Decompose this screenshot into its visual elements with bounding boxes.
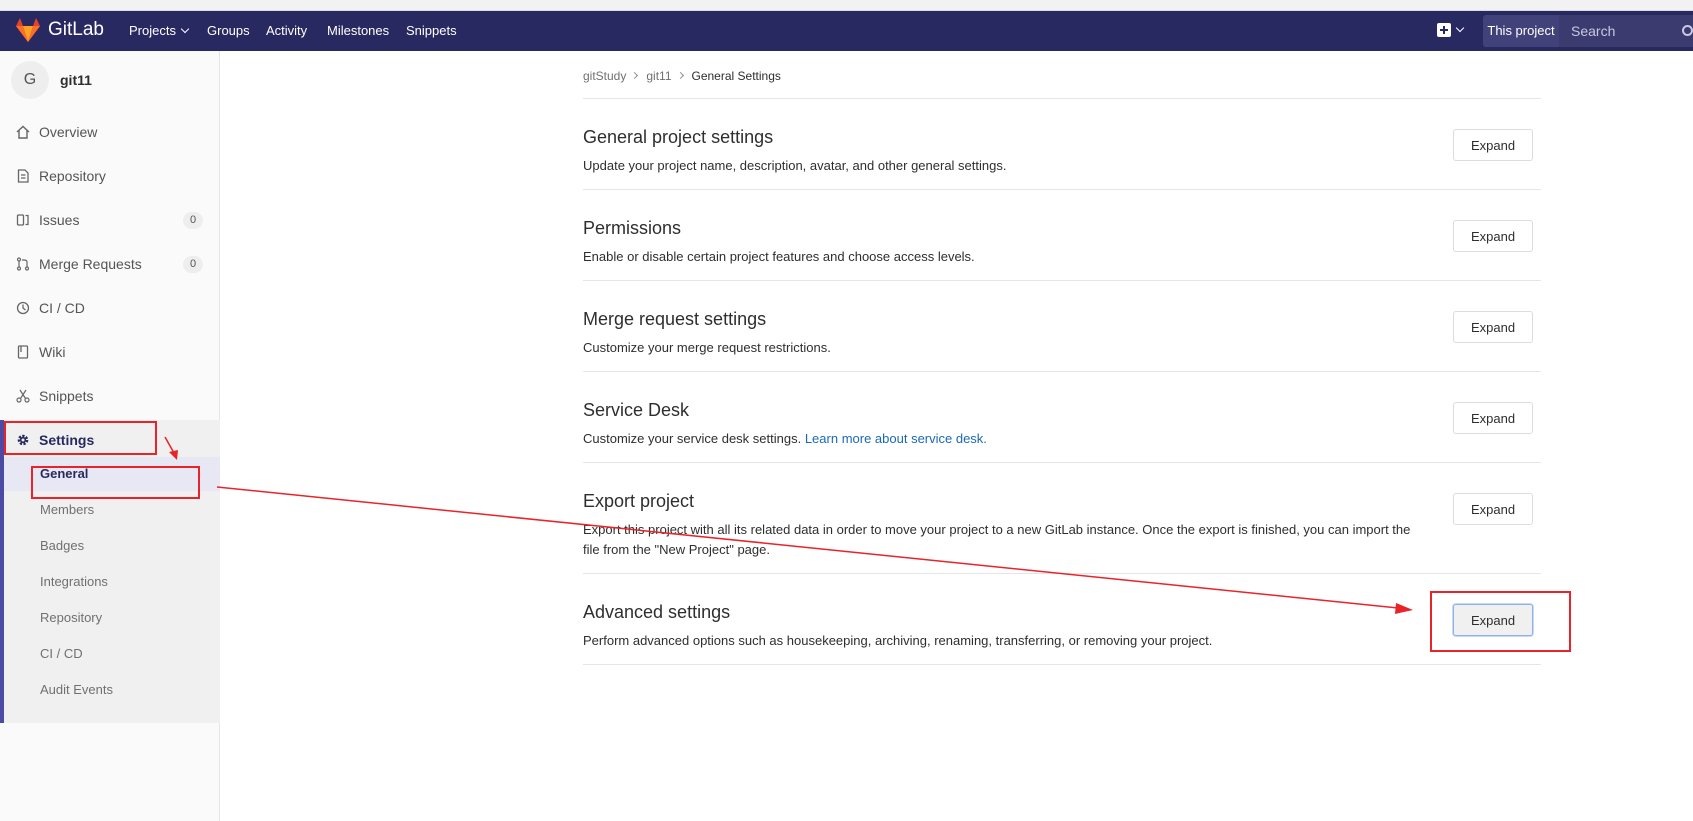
- sidebar-subitem-label: Members: [40, 502, 95, 517]
- section-title: Advanced settings: [583, 602, 731, 622]
- doc-icon: [17, 169, 29, 183]
- annotation-box-expand: [1430, 591, 1571, 652]
- expand-button[interactable]: Expand: [1453, 220, 1533, 252]
- section-title: General project settings: [583, 127, 774, 147]
- nav-milestones[interactable]: Milestones: [327, 23, 389, 38]
- section-description: Perform advanced options such as houseke…: [583, 633, 1213, 648]
- sidebar-subitem-integrations[interactable]: Integrations: [4, 565, 220, 599]
- issues-count-badge: 0: [183, 212, 203, 229]
- nav-snippets[interactable]: Snippets: [406, 23, 457, 38]
- project-header[interactable]: G git11: [0, 51, 220, 111]
- breadcrumb-group-link[interactable]: gitStudy: [583, 69, 626, 83]
- search-icon: [1682, 25, 1693, 36]
- scissors-icon: [16, 389, 30, 403]
- section-title: Export project: [583, 491, 695, 511]
- search-input[interactable]: [1559, 15, 1693, 47]
- section-description: Update your project name, description, a…: [583, 158, 1007, 173]
- new-dropdown-button[interactable]: [1432, 21, 1468, 41]
- book-icon: [17, 345, 29, 359]
- service-desk-learn-more-link[interactable]: Learn more about service desk.: [805, 431, 987, 446]
- sidebar-item-issues[interactable]: Issues 0: [0, 200, 220, 240]
- breadcrumb-current: General Settings: [691, 68, 781, 83]
- chevron-down-icon: [180, 24, 190, 34]
- sidebar-item-label: Wiki: [39, 344, 66, 360]
- section-service-desk: Service Desk Customize your service desk…: [583, 372, 1541, 463]
- sidebar-subitem-label: Repository: [40, 610, 103, 625]
- sidebar-item-wiki[interactable]: Wiki: [0, 332, 220, 372]
- sidebar-item-label: Issues: [39, 212, 80, 228]
- sidebar-item-ci-cd[interactable]: CI / CD: [0, 288, 220, 328]
- section-general-project-settings: General project settings Update your pro…: [583, 99, 1541, 190]
- issues-icon: [16, 214, 29, 226]
- brand-name: GitLab: [48, 19, 104, 40]
- nav-activity[interactable]: Activity: [266, 23, 307, 38]
- expand-button[interactable]: Expand: [1453, 493, 1533, 525]
- chevron-right-icon: [631, 72, 639, 80]
- chevron-right-icon: [676, 72, 684, 80]
- sidebar-item-label: Overview: [39, 124, 98, 140]
- section-title: Merge request settings: [583, 309, 767, 329]
- merge-requests-count-badge: 0: [183, 256, 203, 273]
- breadcrumb: gitStudy git11 General Settings: [583, 68, 781, 88]
- sidebar-subitem-repository[interactable]: Repository: [4, 601, 220, 635]
- home-icon: [16, 125, 30, 139]
- section-description: Customize your service desk settings. Le…: [583, 429, 1413, 449]
- gitlab-fox-icon: [16, 18, 40, 42]
- merge-icon: [16, 257, 30, 271]
- section-permissions: Permissions Enable or disable certain pr…: [583, 190, 1541, 281]
- section-advanced-settings: Advanced settings Perform advanced optio…: [583, 574, 1541, 665]
- chevron-down-icon: [1455, 23, 1465, 33]
- section-description-text: Customize your service desk settings.: [583, 431, 802, 446]
- expand-button[interactable]: Expand: [1453, 402, 1533, 434]
- breadcrumb-project-link[interactable]: git11: [646, 69, 671, 83]
- section-description: Customize your merge request restriction…: [583, 340, 831, 355]
- sidebar-subitem-badges[interactable]: Badges: [4, 529, 220, 563]
- bookmarks-bar: [0, 0, 1693, 11]
- annotation-box-general: [31, 466, 200, 499]
- sidebar-subitem-audit-events[interactable]: Audit Events: [4, 673, 220, 707]
- sidebar-item-label: CI / CD: [39, 300, 85, 316]
- sidebar-subitem-label: CI / CD: [40, 646, 83, 661]
- section-title: Permissions: [583, 218, 682, 238]
- sidebar-subitem-label: Integrations: [40, 574, 108, 589]
- sidebar-item-snippets[interactable]: Snippets: [0, 376, 220, 416]
- sidebar-subitem-ci-cd[interactable]: CI / CD: [4, 637, 220, 671]
- project-avatar: G: [11, 61, 49, 99]
- sidebar-item-overview[interactable]: Overview: [0, 112, 220, 152]
- annotation-box-settings: [4, 421, 157, 455]
- search-scope-label[interactable]: This project: [1483, 15, 1559, 47]
- plus-square-icon: [1437, 23, 1451, 37]
- nav-projects[interactable]: Projects: [129, 23, 190, 38]
- section-description: Enable or disable certain project featur…: [583, 249, 975, 264]
- rocket-icon: [16, 301, 30, 315]
- expand-button[interactable]: Expand: [1453, 129, 1533, 161]
- top-navbar: GitLab Projects Groups Activity Mileston…: [0, 11, 1693, 51]
- sidebar-subitem-label: Audit Events: [40, 682, 113, 697]
- sidebar-subitem-label: Badges: [40, 538, 85, 553]
- section-export-project: Export project Export this project with …: [583, 463, 1541, 574]
- sidebar-item-label: Merge Requests: [39, 256, 142, 272]
- section-merge-request-settings: Merge request settings Customize your me…: [583, 281, 1541, 372]
- nav-groups[interactable]: Groups: [207, 23, 250, 38]
- project-name: git11: [60, 72, 92, 88]
- nav-projects-label: Projects: [129, 23, 176, 38]
- gitlab-logo[interactable]: GitLab: [14, 17, 104, 43]
- sidebar-item-label: Snippets: [39, 388, 94, 404]
- sidebar-item-label: Repository: [39, 168, 106, 184]
- section-title: Service Desk: [583, 400, 690, 420]
- expand-button[interactable]: Expand: [1453, 311, 1533, 343]
- sidebar-item-repository[interactable]: Repository: [0, 156, 220, 196]
- section-description: Export this project with all its related…: [583, 522, 1411, 557]
- sidebar-item-merge-requests[interactable]: Merge Requests 0: [0, 244, 220, 284]
